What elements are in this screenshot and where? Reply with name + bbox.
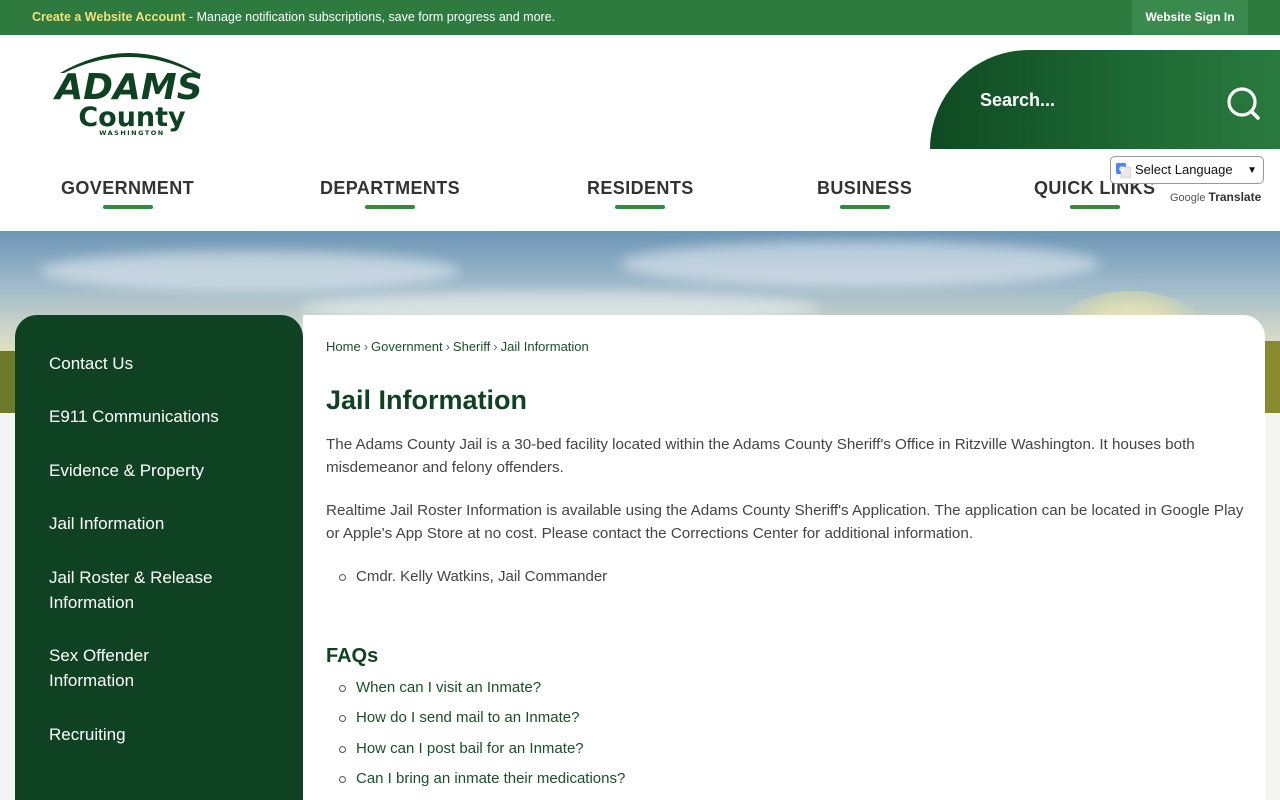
list-bullet [339,574,346,581]
search-bar[interactable]: Search... [930,50,1280,149]
powered-by-google-translate[interactable]: Google Translate [1170,190,1261,204]
nav-business-label: BUSINESS [817,178,913,198]
jail-commander-contact: Cmdr. Kelly Watkins, Jail Commander [356,568,608,585]
language-select-label: Select Language [1135,162,1233,177]
google-translate-icon: G [1116,163,1131,178]
search-icon[interactable] [1226,86,1260,120]
sidebar-item-recruiting[interactable]: Recruiting [49,722,289,747]
breadcrumb-jail-information[interactable]: Jail Information [501,339,589,354]
main-content: Home › Government › Sheriff › Jail Information… [303,315,1265,800]
sidebar-item-evidence-property[interactable]: Evidence & Property [49,458,289,483]
sidebar-item-jail-information[interactable]: Jail Information [49,511,289,536]
nav-government-label: GOVERNMENT [61,178,195,198]
site-header: ADAMS County WASHINGTON Search... GOVERN… [0,35,1280,231]
breadcrumb-separator: › [363,339,369,354]
chevron-down-icon: ▼ [1247,165,1257,176]
faq-link-send-mail[interactable]: How do I send mail to an Inmate? [356,709,579,726]
breadcrumb-sheriff[interactable]: Sheriff [453,339,490,354]
nav-departments-label: DEPARTMENTS [320,178,461,198]
list-bullet [339,776,346,783]
jail-description-paragraph: The Adams County Jail is a 30-bed facili… [326,436,1195,476]
search-input[interactable]: Search... [980,90,1055,111]
nav-underline [615,205,666,209]
sidebar-item-e911-communications[interactable]: E911 Communications [49,404,289,429]
breadcrumb-separator: › [493,339,498,354]
jail-roster-paragraph: Realtime Jail Roster Information is avai… [326,502,1244,542]
faq-link-visit-inmate[interactable]: When can I visit an Inmate? [356,679,541,696]
translate-label: Translate [1208,190,1262,204]
sidebar-item-sex-offender-information[interactable]: Sex Offender Information [49,643,219,693]
svg-text:G: G [1119,166,1125,174]
nav-underline [839,205,890,209]
nav-government[interactable]: GOVERNMENT [61,178,194,209]
nav-underline [1069,205,1120,209]
google-wordmark: Google [1170,192,1206,204]
account-message-text: - Manage notification subscriptions, sav… [185,10,556,24]
breadcrumb-home[interactable]: Home [326,339,361,354]
main-navigation: GOVERNMENT DEPARTMENTS RESIDENTS BUSINES… [0,178,1280,218]
breadcrumb: Home › Government › Sheriff › Jail Information [326,339,589,354]
create-account-link[interactable]: Create a Website Account [32,10,186,24]
nav-residents-label: RESIDENTS [587,178,694,198]
sidebar-item-jail-roster-release[interactable]: Jail Roster & Release Information [49,565,249,615]
list-bullet [339,685,346,692]
adams-county-logo[interactable]: ADAMS County WASHINGTON [46,43,212,139]
breadcrumb-separator: › [445,339,450,354]
faqs-heading: FAQs [326,645,379,667]
sidebar-navigation: Contact Us E911 Communications Evidence … [15,315,303,800]
account-message: Create a Website Account - Manage notifi… [32,10,555,24]
language-select[interactable]: G Select Language ▼ [1110,156,1264,184]
nav-business[interactable]: BUSINESS [817,178,912,209]
nav-residents[interactable]: RESIDENTS [587,178,694,209]
nav-departments[interactable]: DEPARTMENTS [320,178,460,209]
website-sign-in-button[interactable]: Website Sign In [1132,0,1248,35]
faq-link-medications[interactable]: Can I bring an inmate their medications? [356,770,625,787]
nav-underline [365,205,416,209]
sidebar-item-contact-us[interactable]: Contact Us [49,351,289,376]
top-notification-bar: Create a Website Account - Manage notifi… [0,0,1280,35]
nav-underline [102,205,153,209]
list-bullet [339,746,346,753]
list-bullet [339,715,346,722]
logo-line-washington: WASHINGTON [99,129,165,137]
breadcrumb-government[interactable]: Government [371,339,443,354]
faq-link-post-bail[interactable]: How can I post bail for an Inmate? [356,740,584,757]
page-title: Jail Information [326,385,528,415]
